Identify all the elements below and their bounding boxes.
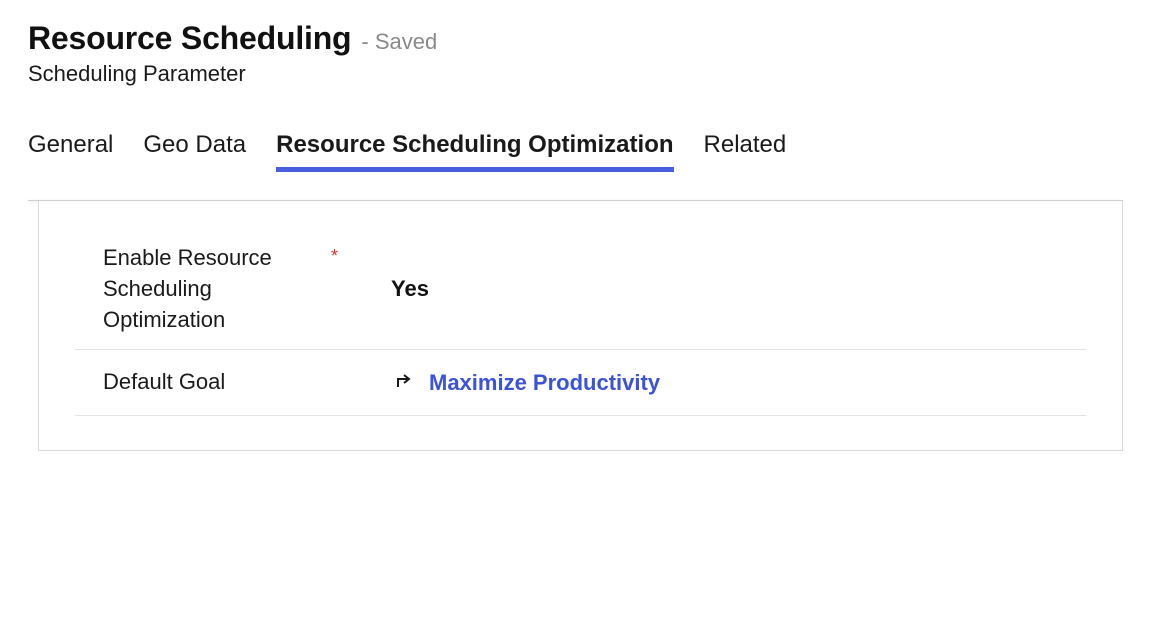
field-enable-rso-label-col: Enable Resource Scheduling Optimization … bbox=[103, 243, 383, 335]
tab-general[interactable]: General bbox=[28, 131, 113, 172]
field-enable-rso-value[interactable]: Yes bbox=[383, 276, 1086, 302]
tab-geo-data[interactable]: Geo Data bbox=[143, 131, 246, 172]
field-enable-rso-value-text: Yes bbox=[391, 276, 429, 302]
field-default-goal-link[interactable]: Maximize Productivity bbox=[429, 370, 660, 396]
field-default-goal-value[interactable]: Maximize Productivity bbox=[383, 368, 1086, 398]
required-indicator: * bbox=[331, 243, 338, 265]
page-title: Resource Scheduling bbox=[28, 20, 351, 57]
field-default-goal: Default Goal Maximize Productivity bbox=[75, 350, 1086, 416]
lookup-icon bbox=[391, 368, 415, 398]
tab-resource-scheduling-optimization[interactable]: Resource Scheduling Optimization bbox=[276, 131, 673, 172]
field-enable-rso: Enable Resource Scheduling Optimization … bbox=[75, 229, 1086, 350]
tab-bar: General Geo Data Resource Scheduling Opt… bbox=[28, 131, 1123, 172]
save-status: - Saved bbox=[361, 29, 437, 55]
form-header: Resource Scheduling - Saved Scheduling P… bbox=[28, 20, 1123, 87]
title-row: Resource Scheduling - Saved bbox=[28, 20, 1123, 57]
entity-subtitle: Scheduling Parameter bbox=[28, 61, 1123, 87]
field-enable-rso-label: Enable Resource Scheduling Optimization bbox=[103, 243, 323, 335]
tab-related[interactable]: Related bbox=[704, 131, 787, 172]
field-default-goal-label-col: Default Goal bbox=[103, 367, 383, 398]
form-panel: Enable Resource Scheduling Optimization … bbox=[38, 201, 1123, 451]
field-default-goal-label: Default Goal bbox=[103, 367, 225, 398]
